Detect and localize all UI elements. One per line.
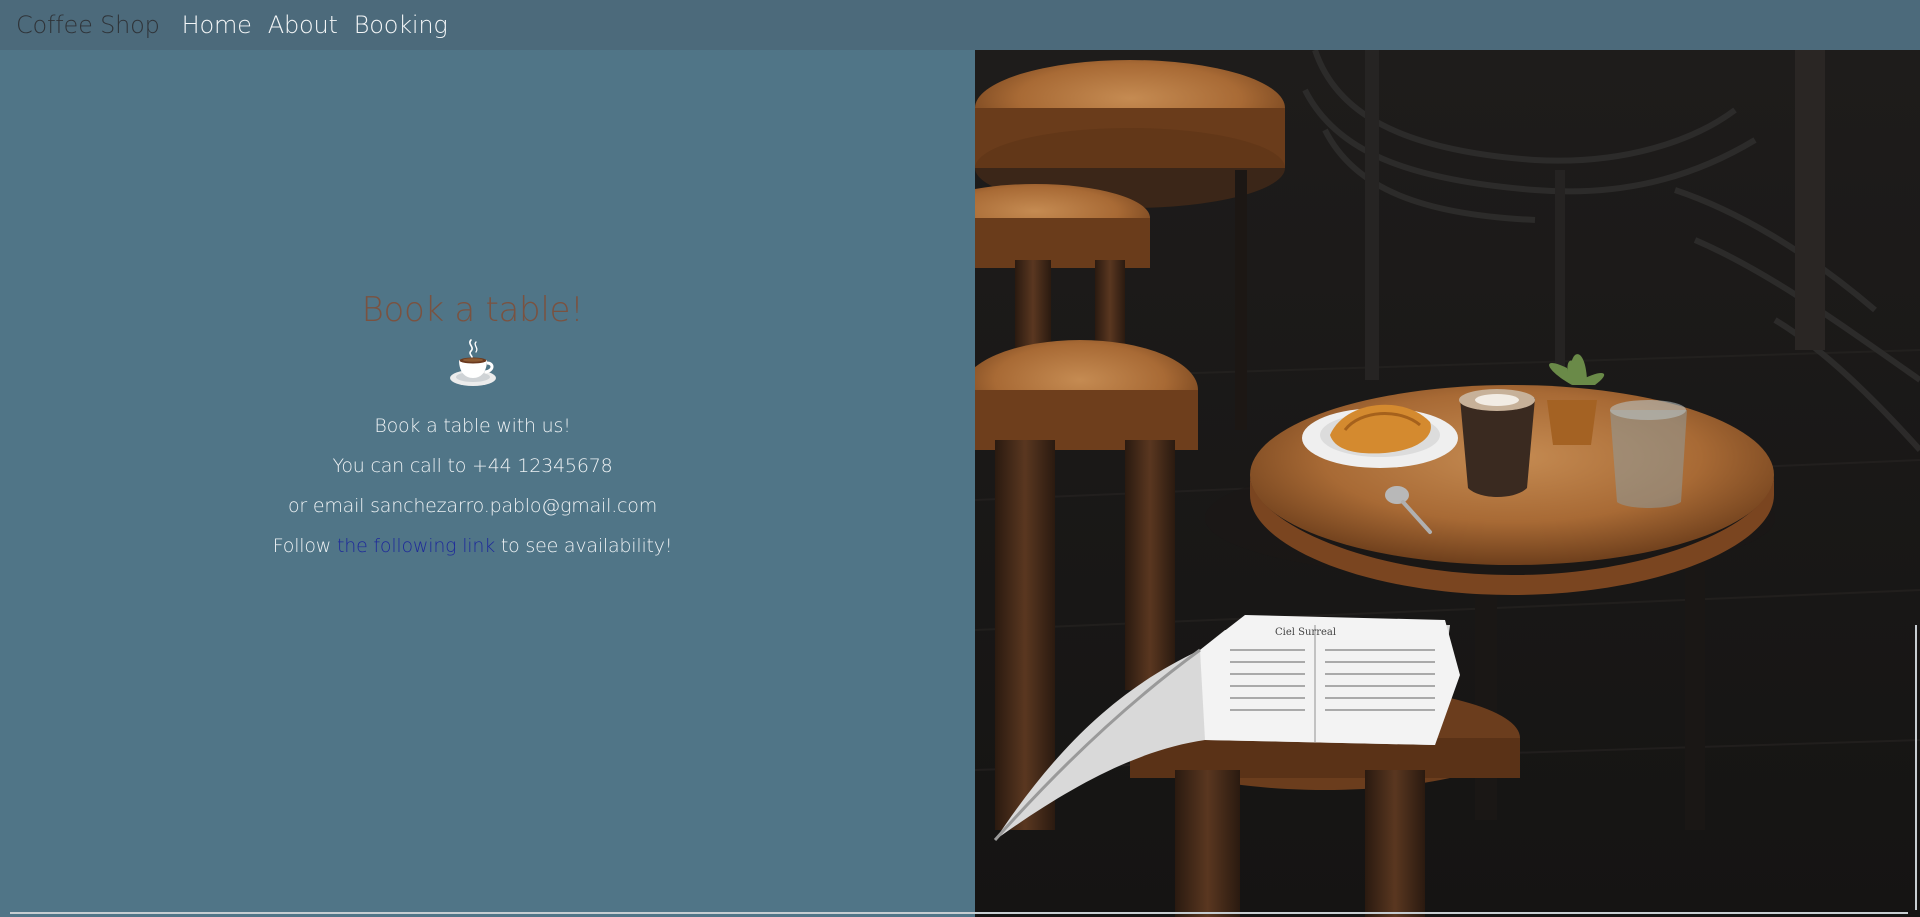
- cafe-table-illustration: Ciel Surreal: [975, 50, 1920, 917]
- magazine-heading: Ciel Surreal: [1275, 627, 1336, 638]
- navbar: Coffee Shop Home About Booking: [0, 0, 1920, 50]
- booking-title: Book a table!: [361, 290, 584, 330]
- booking-content: Book a table! Book a table with us! You …: [0, 290, 945, 566]
- booking-panel: Book a table! Book a table with us! You …: [0, 50, 975, 917]
- vertical-scrollbar[interactable]: [1915, 625, 1917, 910]
- nav-about-link[interactable]: About: [268, 11, 338, 39]
- horizontal-scrollbar[interactable]: [10, 912, 1908, 914]
- brand-link[interactable]: Coffee Shop: [16, 11, 160, 39]
- availability-suffix: to see availability!: [495, 535, 673, 557]
- booking-line-1: Book a table with us!: [374, 415, 571, 437]
- availability-link[interactable]: the following link: [337, 535, 495, 557]
- availability-prefix: Follow: [272, 535, 337, 557]
- nav-booking-link[interactable]: Booking: [354, 11, 448, 39]
- nav-home-link[interactable]: Home: [182, 11, 252, 39]
- booking-email-line: or email sanchezarro.pablo@gmail.com: [287, 495, 658, 517]
- booking-phone-line: You can call to +44 12345678: [332, 455, 613, 477]
- coffee-cup-icon: [449, 339, 496, 386]
- nav-links: Home About Booking: [182, 11, 448, 39]
- cafe-photo: Ciel Surreal: [975, 50, 1920, 917]
- booking-availability-line: Follow the following link to see availab…: [0, 526, 945, 566]
